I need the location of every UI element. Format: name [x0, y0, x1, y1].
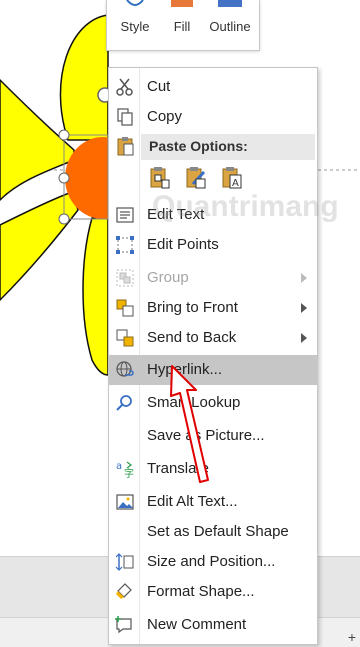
resize-handle-left — [58, 172, 70, 184]
menu-item-edit-alt-text-label: Edit Alt Text... — [147, 493, 238, 510]
menu-item-edit-points-label: Edit Points — [147, 236, 219, 253]
resize-handle-top-left — [58, 129, 70, 141]
menu-item-copy-label: Copy — [147, 108, 183, 125]
flower-petal-top — [59, 14, 109, 141]
style-label: Style — [120, 19, 150, 34]
mini-toolbar: Style Fill Outline — [106, 0, 260, 51]
menu-item-bring-to-front[interactable]: Bring to Front — [109, 293, 317, 323]
menu-item-edit-alt-text[interactable]: Edit Alt Text... — [109, 487, 317, 517]
svg-text:字: 字 — [124, 467, 134, 479]
menu-item-new-comment-label: New Comment — [147, 616, 247, 633]
menu-item-format-shape[interactable]: Format Shape... — [109, 577, 317, 607]
annotation-arrow — [170, 365, 209, 483]
menu-item-cut[interactable]: Cut — [109, 72, 317, 102]
style-icon — [126, 0, 144, 6]
svg-text:A: A — [232, 178, 239, 189]
scissors-icon — [116, 78, 133, 96]
clipboard-icon — [117, 137, 134, 156]
menu-item-bring-to-front-label: Bring to Front — [147, 299, 238, 316]
flower-petal-left-lower — [0, 191, 79, 302]
hyperlink-globe-icon — [116, 361, 134, 377]
menu-item-group-label: Group — [147, 269, 189, 286]
fill-color-bar — [171, 0, 193, 7]
copy-icon — [117, 108, 133, 126]
resize-handle-bottom-left — [58, 213, 70, 225]
paste-use-destination-theme-icon[interactable] — [149, 166, 171, 190]
watermark: Quantrimang — [152, 190, 339, 223]
menu-item-edit-points[interactable]: Edit Points — [109, 230, 317, 260]
format-shape-icon — [116, 583, 132, 599]
fill-button[interactable]: Fill — [163, 0, 201, 48]
menu-item-set-default-shape-label: Set as Default Shape — [147, 523, 289, 540]
search-icon — [116, 395, 132, 411]
menu-item-new-comment[interactable]: New Comment — [109, 610, 317, 640]
chevron-right-icon — [301, 303, 307, 313]
group-icon — [116, 269, 134, 287]
edit-text-icon — [116, 207, 134, 223]
menu-item-copy[interactable]: Copy — [109, 102, 317, 132]
zoom-in-button[interactable]: + — [348, 629, 356, 645]
chevron-right-icon — [301, 333, 307, 343]
outline-color-bar — [218, 0, 242, 7]
menu-item-format-shape-label: Format Shape... — [147, 583, 255, 600]
paste-options-label: Paste Options: — [149, 138, 248, 154]
menu-item-send-to-back-label: Send to Back — [147, 329, 237, 346]
menu-item-size-and-position[interactable]: Size and Position... — [109, 547, 317, 577]
comment-icon — [115, 616, 132, 634]
outline-label: Outline — [209, 19, 251, 34]
flower-petal-bottom — [82, 217, 109, 376]
edit-points-icon — [116, 236, 134, 254]
context-menu: Cut Copy Paste Options: A Edit Text Edit… — [108, 67, 318, 645]
chevron-right-icon — [301, 273, 307, 283]
translate-icon: a 字 — [116, 461, 134, 479]
outline-button[interactable]: Outline — [205, 0, 255, 48]
menu-item-send-to-back[interactable]: Send to Back — [109, 323, 317, 353]
menu-item-cut-label: Cut — [147, 78, 171, 95]
size-position-icon — [115, 553, 134, 571]
send-to-back-icon — [116, 329, 134, 347]
bring-to-front-icon — [116, 299, 134, 317]
style-button[interactable]: Style — [113, 0, 157, 48]
menu-item-size-and-position-label: Size and Position... — [147, 553, 276, 570]
menu-item-set-default-shape[interactable]: Set as Default Shape — [109, 517, 317, 547]
alt-text-image-icon — [116, 494, 134, 510]
paste-keep-text-only-icon[interactable]: A — [221, 166, 243, 190]
svg-text:a: a — [116, 461, 122, 472]
paste-keep-source-formatting-icon[interactable] — [185, 166, 207, 190]
menu-item-group[interactable]: Group — [109, 263, 317, 293]
fill-label: Fill — [173, 19, 191, 34]
paste-options-header: Paste Options: — [141, 134, 315, 160]
